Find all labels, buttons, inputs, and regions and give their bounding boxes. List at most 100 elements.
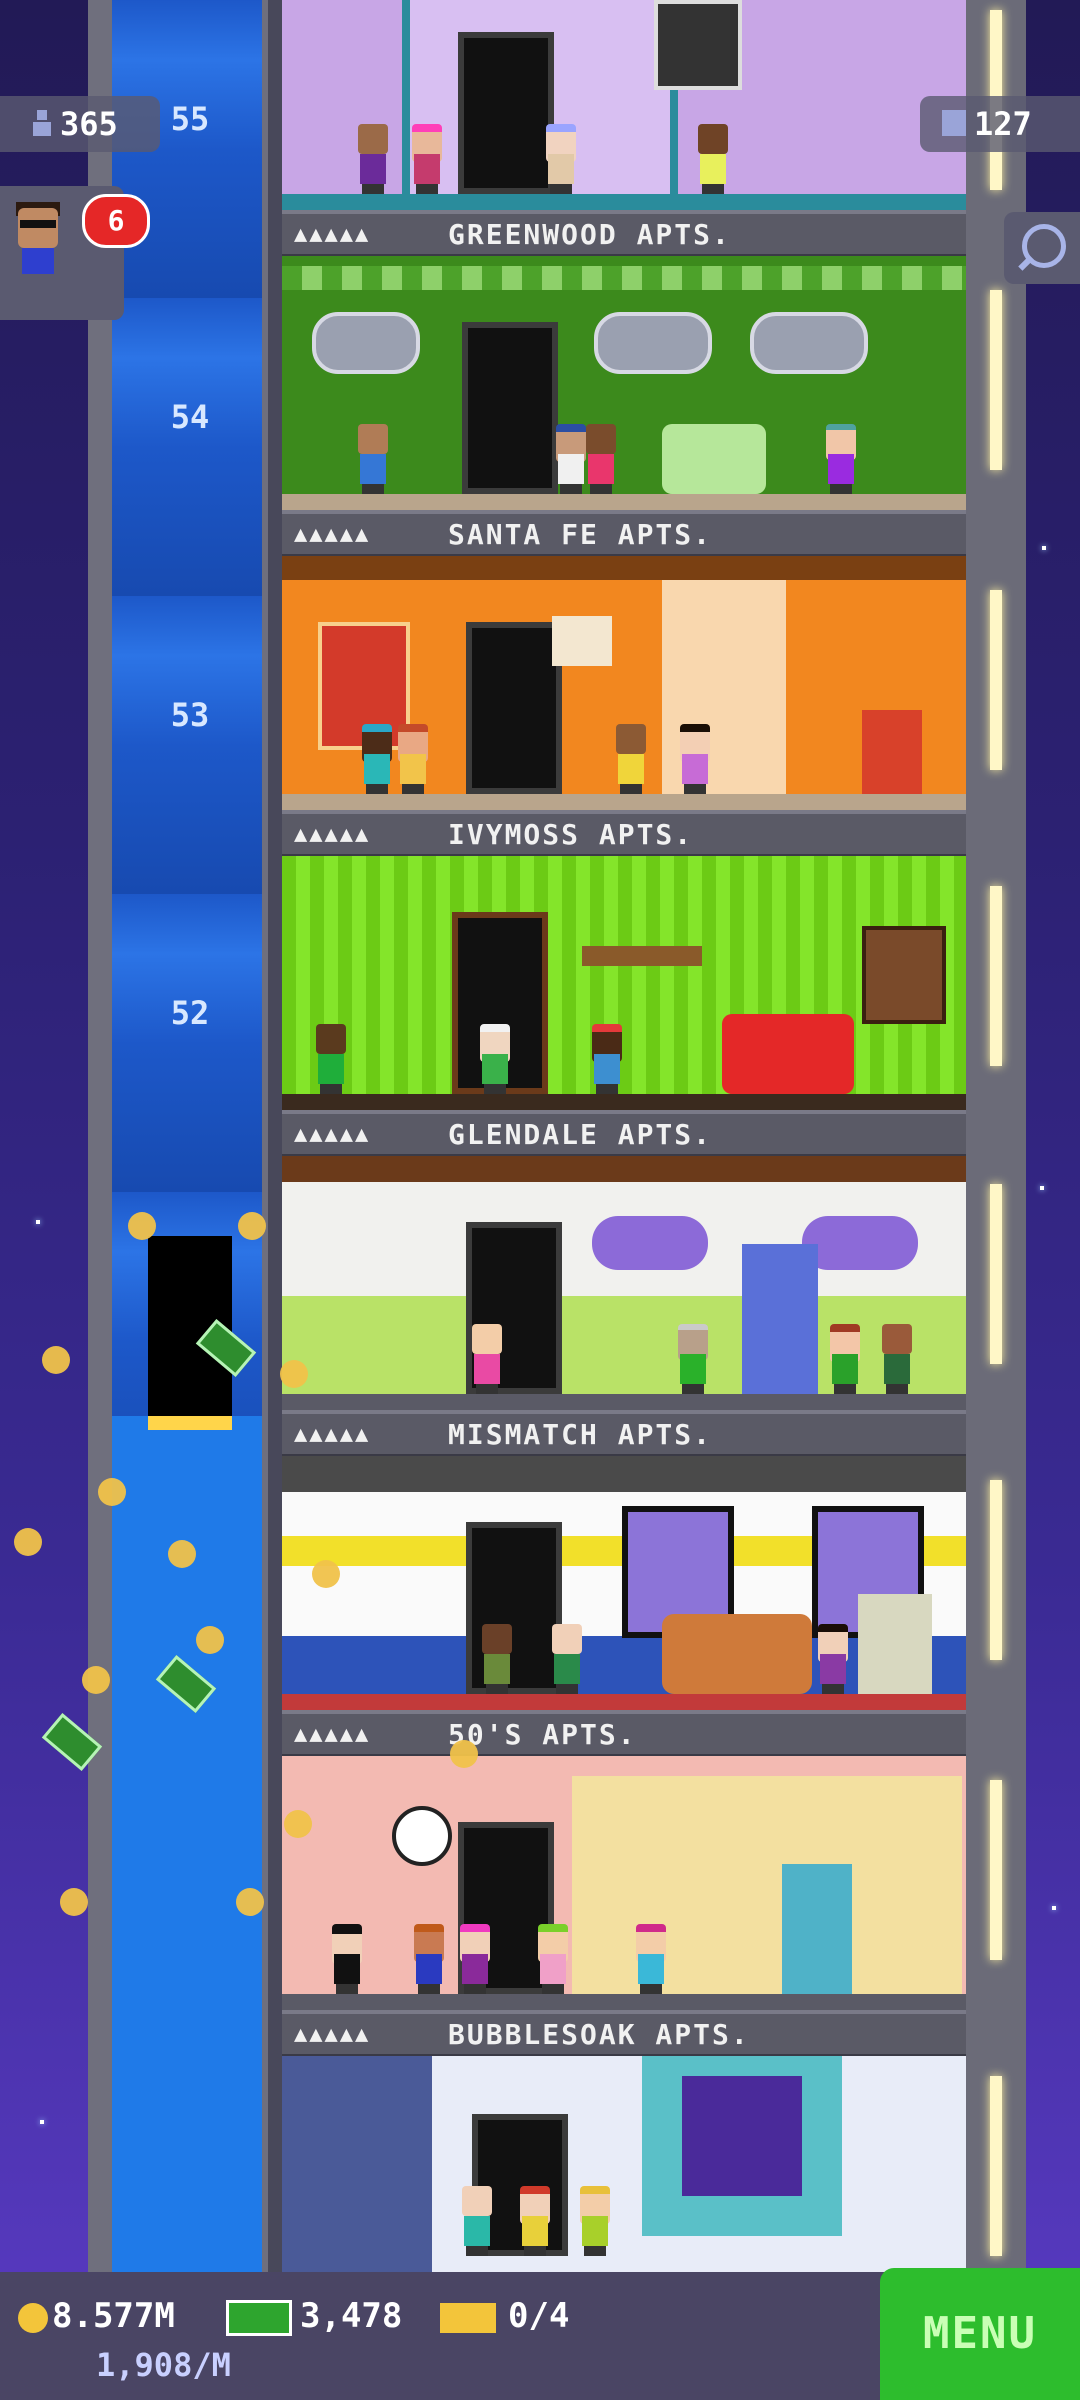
coin-particle (82, 1666, 110, 1694)
star-rating: ▲▲▲▲▲ (294, 222, 371, 247)
floor-name: SANTA FE APTS. (448, 518, 713, 551)
coin-particle (128, 1212, 156, 1240)
floor-sign-mismatch[interactable]: ▲▲▲▲▲ MISMATCH APTS. (282, 1410, 966, 1458)
floor-sign-ivymoss[interactable]: ▲▲▲▲▲ IVYMOSS APTS. (282, 810, 966, 858)
floor-number-54: 54 (170, 398, 210, 436)
star-rating: ▲▲▲▲▲ (294, 1122, 371, 1147)
tenant[interactable] (822, 424, 860, 494)
coin-particle (280, 1360, 308, 1388)
floor-sign-santa-fe[interactable]: ▲▲▲▲▲ SANTA FE APTS. (282, 510, 966, 558)
coin-particle (14, 1528, 42, 1556)
tenant[interactable] (408, 124, 446, 194)
star (1052, 1906, 1056, 1910)
tenant[interactable] (476, 1024, 514, 1094)
floor-name: GLENDALE APTS. (448, 1118, 713, 1151)
skull-decoration (552, 616, 612, 666)
star-rating: ▲▲▲▲▲ (294, 522, 371, 547)
window-light (990, 290, 1002, 470)
coin-particle (238, 1212, 266, 1240)
coin-particle (98, 1478, 126, 1506)
floor-54-room[interactable] (282, 256, 966, 510)
tenant[interactable] (312, 1024, 350, 1094)
tenant[interactable] (354, 424, 392, 494)
coin-particle (450, 1740, 478, 1768)
floor-sign-glendale[interactable]: ▲▲▲▲▲ GLENDALE APTS. (282, 1110, 966, 1158)
coin-particle (236, 1888, 264, 1916)
floor-52-room[interactable] (282, 856, 966, 1110)
tenant[interactable] (826, 1324, 864, 1394)
tenant[interactable] (354, 124, 392, 194)
tenant[interactable] (694, 124, 732, 194)
tenant[interactable] (814, 1624, 852, 1694)
sofa (662, 1614, 812, 1694)
floor-sign-greenwood[interactable]: ▲▲▲▲▲ GREENWOOD APTS. (282, 210, 966, 258)
tenant[interactable] (588, 1024, 626, 1094)
ticket-value: 0/4 (508, 2296, 570, 2336)
tenant[interactable] (516, 2186, 554, 2256)
window-light (990, 1184, 1002, 1364)
building-icon (942, 110, 966, 136)
arcade-machine (858, 1594, 932, 1694)
door (458, 32, 554, 194)
star-rating: ▲▲▲▲▲ (294, 1422, 371, 1447)
tenant[interactable] (534, 1924, 572, 1994)
picture-frame-icon (654, 0, 742, 90)
floor-sign-50s[interactable]: ▲▲▲▲▲ 50'S APTS. (282, 1710, 966, 1758)
tenant[interactable] (676, 724, 714, 794)
star (1040, 1186, 1044, 1190)
bux-balance[interactable]: 3,478 (226, 2296, 402, 2336)
tenant[interactable] (358, 724, 396, 794)
floor-55-room[interactable] (282, 0, 966, 210)
coin-balance[interactable]: 8.577M (18, 2296, 175, 2336)
door (462, 322, 558, 494)
coin-particle (168, 1540, 196, 1568)
tenant[interactable] (582, 424, 620, 494)
floor-number-52: 52 (170, 994, 210, 1032)
visitor-count-badge: 6 (82, 194, 150, 248)
floor-sign-bubblesoak[interactable]: ▲▲▲▲▲ BUBBLESOAK APTS. (282, 2010, 966, 2058)
tenant[interactable] (632, 1924, 670, 1994)
red-sofa (722, 1014, 854, 1094)
tenant[interactable] (674, 1324, 712, 1394)
floor-50-room[interactable] (282, 1456, 966, 1710)
waiting-visitor-button[interactable]: 6 (0, 186, 150, 320)
window-light (990, 590, 1002, 770)
tenant[interactable] (394, 724, 432, 794)
tenant[interactable] (456, 1924, 494, 1994)
coin-particle (42, 1346, 70, 1374)
coin-particle (196, 1626, 224, 1654)
tenant[interactable] (548, 1624, 586, 1694)
coin-particle (312, 1560, 340, 1588)
tenant[interactable] (410, 1924, 448, 1994)
population-counter[interactable]: 365 (0, 96, 160, 152)
ticket-counter[interactable]: 0/4 (440, 2296, 569, 2336)
tenant[interactable] (478, 1624, 516, 1694)
star-rating: ▲▲▲▲▲ (294, 822, 371, 847)
visitor-avatar (18, 208, 58, 248)
tenant[interactable] (612, 724, 650, 794)
tenant[interactable] (468, 1324, 506, 1394)
person-icon (33, 110, 51, 136)
search-button[interactable] (1004, 212, 1080, 284)
window (862, 926, 946, 1024)
coin-rate: 1,908/M (96, 2346, 231, 2384)
floor-53-room[interactable] (282, 556, 966, 810)
star (1042, 546, 1046, 550)
tenant[interactable] (328, 1924, 366, 1994)
floor-51-room[interactable] (282, 1156, 966, 1410)
floor-48-room[interactable] (282, 2056, 966, 2272)
coin-particle (60, 1888, 88, 1916)
tenant[interactable] (542, 124, 580, 194)
door (466, 622, 562, 794)
tenant[interactable] (878, 1324, 916, 1394)
floor-name: 50'S APTS. (448, 1718, 637, 1751)
floor-name: BUBBLESOAK APTS. (448, 2018, 750, 2051)
floor-counter[interactable]: 127 (920, 96, 1080, 152)
menu-button[interactable]: MENU (880, 2268, 1080, 2400)
coin-icon (18, 2302, 48, 2333)
tenant[interactable] (458, 2186, 496, 2256)
tenant[interactable] (576, 2186, 614, 2256)
population-value: 365 (60, 105, 118, 143)
star (36, 1220, 40, 1224)
floor-49-room[interactable] (282, 1756, 966, 2010)
